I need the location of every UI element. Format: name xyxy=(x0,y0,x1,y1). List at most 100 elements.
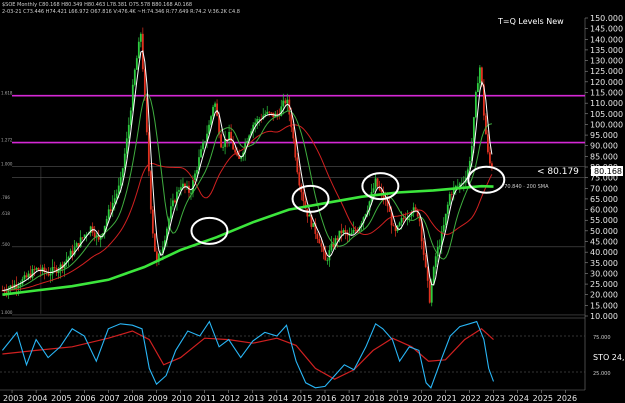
candle-body xyxy=(434,256,437,268)
candle-body xyxy=(340,230,343,234)
candle-body xyxy=(424,254,427,267)
candle-body xyxy=(53,267,56,268)
candle-body xyxy=(398,222,401,226)
candle-body xyxy=(127,124,130,139)
y-tick-label: 140.000 xyxy=(590,35,623,44)
y-tick-label: 65.000 xyxy=(590,195,618,204)
candle-body xyxy=(330,243,333,251)
fib-label: 1.000 xyxy=(1,310,13,315)
x-tick-label: 2022 xyxy=(460,394,480,403)
x-tick-label: 2013 xyxy=(244,394,264,403)
y-tick-label: 95.000 xyxy=(590,131,618,140)
candle-body xyxy=(234,149,237,153)
candle-body xyxy=(81,237,84,239)
x-tick-label: 2018 xyxy=(364,394,384,403)
candle-body xyxy=(69,250,72,257)
candle-body xyxy=(196,169,198,174)
candle-body xyxy=(246,140,249,143)
candle-body xyxy=(374,178,377,189)
y-tick-label: 145.000 xyxy=(590,25,623,34)
candle-body xyxy=(302,192,305,202)
candle-body xyxy=(115,193,118,199)
fib-label: 1.000 xyxy=(1,162,13,167)
candle-body xyxy=(133,69,136,85)
candle-body xyxy=(400,218,403,223)
candle-body xyxy=(430,284,433,303)
candle-body xyxy=(25,275,28,278)
x-tick-label: 2005 xyxy=(51,394,71,403)
candle-body xyxy=(442,225,445,232)
y-tick-label: 70.000 xyxy=(590,184,618,193)
candle-body xyxy=(119,177,122,186)
y-tick-label: 25.000 xyxy=(590,280,618,289)
candle-body xyxy=(256,119,259,123)
candle-body xyxy=(5,291,8,293)
y-tick-label: 105.000 xyxy=(590,110,623,119)
candle-body xyxy=(308,214,311,217)
candle-body xyxy=(107,209,110,219)
osc-tick-label: 25.000 xyxy=(593,371,611,377)
last-price-label: 80.168 xyxy=(594,167,622,176)
candle-body xyxy=(414,207,417,210)
candle-body xyxy=(93,232,96,238)
y-tick-label: 120.000 xyxy=(590,78,623,87)
x-tick-label: 2008 xyxy=(123,394,143,403)
y-tick-label: 60.000 xyxy=(590,206,618,215)
fib-label: .618 xyxy=(1,211,10,216)
info-line: 2-03-21 C73.446 H74.421 L66.972 O67.816 … xyxy=(2,9,240,15)
x-tick-label: 2025 xyxy=(533,394,553,403)
candle-body xyxy=(444,213,447,226)
x-tick-label: 2023 xyxy=(485,394,505,403)
candle-body xyxy=(222,146,224,148)
candle-body xyxy=(153,233,156,252)
x-tick-label: 2019 xyxy=(388,394,408,403)
y-tick-label: 130.000 xyxy=(590,57,623,66)
x-tick-label: 2006 xyxy=(75,394,95,403)
candle-body xyxy=(216,103,218,116)
chart-canvas: $SOE Monthly C80.168 H80.349 H80.463 L78… xyxy=(0,0,625,403)
sto-label: STO 24, xyxy=(593,353,625,362)
x-tick-label: 2021 xyxy=(436,394,456,403)
candle-body xyxy=(151,209,154,234)
candle-body xyxy=(19,284,22,287)
candle-body xyxy=(282,100,285,107)
candle-body xyxy=(137,41,140,59)
candle-body xyxy=(33,269,36,270)
price-tag: < 80.179 xyxy=(537,167,579,177)
candle-body xyxy=(489,152,491,164)
candle-body xyxy=(174,200,176,203)
candle-body xyxy=(438,245,441,248)
y-tick-label: 35.000 xyxy=(590,259,618,268)
candle-body xyxy=(51,267,54,275)
x-tick-label: 2015 xyxy=(292,394,312,403)
y-tick-label: 40.000 xyxy=(590,248,618,257)
y-tick-label: 30.000 xyxy=(590,269,618,278)
y-tick-label: 90.000 xyxy=(590,142,618,151)
candle-body xyxy=(49,274,52,276)
candle-body xyxy=(109,209,112,212)
candle-body xyxy=(220,134,222,148)
candle-body xyxy=(194,173,196,180)
candle-body xyxy=(487,134,489,153)
candle-body xyxy=(392,225,395,227)
candle-body xyxy=(294,138,297,158)
x-tick-label: 2026 xyxy=(557,394,577,403)
x-tick-label: 2007 xyxy=(99,394,119,403)
y-tick-label: 135.000 xyxy=(590,46,623,55)
candle-body xyxy=(31,269,34,278)
candle-body xyxy=(422,241,425,255)
y-tick-label: 15.000 xyxy=(590,301,618,310)
candle-body xyxy=(83,234,86,238)
candle-body xyxy=(478,67,481,84)
y-tick-label: 55.000 xyxy=(590,216,618,225)
y-tick-label: 125.000 xyxy=(590,67,623,76)
candle-body xyxy=(270,112,273,114)
candle-body xyxy=(113,198,116,203)
y-tick-label: 100.000 xyxy=(590,120,623,129)
y-tick-label: 50.000 xyxy=(590,227,618,236)
x-tick-label: 2011 xyxy=(196,394,216,403)
y-tick-label: 115.000 xyxy=(590,89,623,98)
candle-body xyxy=(214,103,216,107)
candle-body xyxy=(376,178,379,187)
candle-body xyxy=(123,153,126,169)
